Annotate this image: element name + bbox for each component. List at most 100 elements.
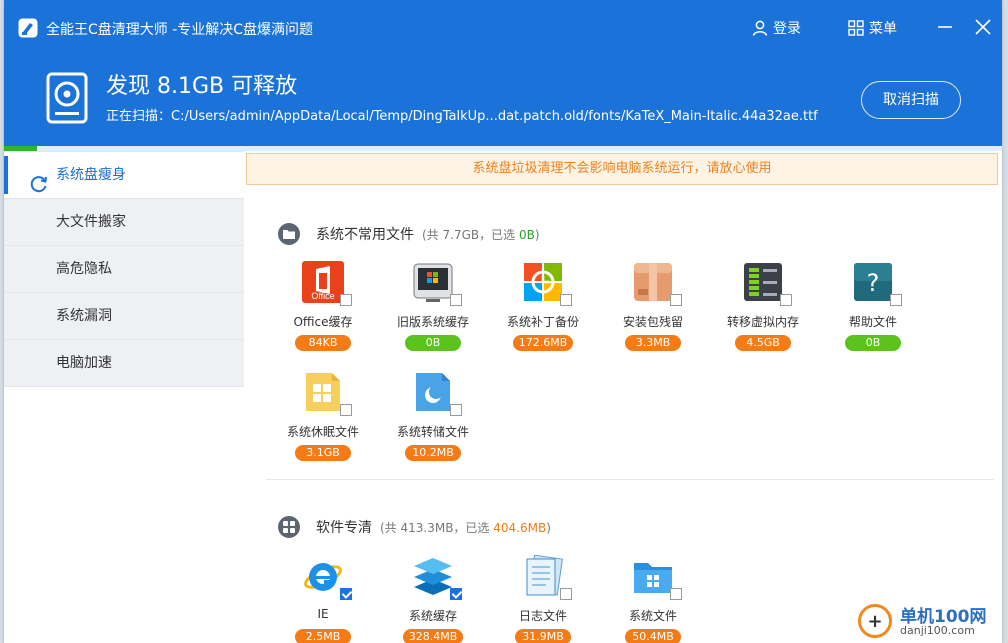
cancel-scan-button[interactable]: 取消扫描	[861, 81, 961, 119]
menu-label: 菜单	[869, 21, 897, 37]
size-badge: 3.3MB	[625, 335, 681, 351]
notice-banner: 系统盘垃圾清理不会影响电脑系统运行，请放心使用	[246, 153, 998, 185]
hard-disk-icon	[46, 72, 88, 124]
section-header-software-clean: 软件专清 (共 413.3MB，已选 404.6MB)	[278, 516, 551, 538]
sidebar-item-system-slim[interactable]: 系统盘瘦身	[4, 151, 244, 198]
tile-label: 系统文件	[628, 609, 677, 623]
login-label: 登录	[773, 21, 801, 37]
checkbox-checked[interactable]	[340, 588, 352, 600]
found-size-title: 发现 8.1GB 可释放	[106, 74, 298, 99]
size-badge: 4.5GB	[735, 335, 791, 351]
sidebar-item-privacy[interactable]: 高危隐私	[4, 245, 244, 292]
tile-system-files[interactable]: 系统文件 50.4MB	[598, 555, 708, 643]
section-title: 系统不常用文件	[316, 227, 414, 243]
system-folder-icon	[632, 555, 682, 600]
app-logo-icon	[18, 18, 38, 38]
checkbox[interactable]	[670, 588, 682, 600]
tile-label: 帮助文件	[848, 315, 897, 329]
apps-grid-icon	[278, 516, 300, 538]
menu-button[interactable]: 菜单	[848, 18, 897, 38]
selected-size: 0B	[518, 227, 535, 242]
checkbox[interactable]	[450, 404, 462, 416]
svg-text:Office: Office	[311, 291, 334, 301]
section-header-uncommon-files: 系统不常用文件 (共 7.7GB，已选 0B)	[278, 223, 540, 245]
windows-patch-icon	[522, 261, 572, 306]
tile-help-files[interactable]: ? 帮助文件 0B	[818, 261, 928, 351]
size-badge: 2.5MB	[295, 629, 351, 643]
sidebar-item-label: 系统漏洞	[56, 308, 112, 324]
ie-icon	[302, 555, 352, 600]
tile-hibernate-file[interactable]: 系统休眠文件 3.1GB	[268, 371, 378, 461]
sidebar-item-speedup[interactable]: 电脑加速	[4, 339, 244, 386]
tile-label: 日志文件	[518, 609, 567, 623]
close-button[interactable]	[972, 16, 994, 38]
sidebar-item-label: 高危隐私	[56, 261, 112, 277]
app-title: 全能王C盘清理大师 -专业解决C盘爆满问题	[46, 22, 314, 38]
tile-label: Office缓存	[293, 315, 353, 329]
checkbox[interactable]	[340, 404, 352, 416]
sidebar-item-label: 系统盘瘦身	[56, 167, 126, 183]
size-badge: 0B	[845, 335, 901, 351]
tile-log-files[interactable]: 日志文件 31.9MB	[488, 555, 598, 643]
tile-package-leftover[interactable]: 安装包残留 3.3MB	[598, 261, 708, 351]
header: 全能王C盘清理大师 -专业解决C盘爆满问题 登录 菜单 发现 8.1GB 可释放…	[4, 0, 1002, 148]
size-badge: 172.6MB	[512, 335, 574, 351]
checkbox[interactable]	[780, 294, 792, 306]
login-button[interactable]: 登录	[752, 18, 801, 38]
size-badge: 10.2MB	[405, 445, 461, 461]
sidebar-item-vulnerability[interactable]: 系统漏洞	[4, 292, 244, 339]
tile-system-cache[interactable]: 系统缓存 328.4MB	[378, 555, 488, 643]
tile-dump-file[interactable]: 系统转储文件 10.2MB	[378, 371, 488, 461]
hibernate-file-icon	[302, 371, 352, 416]
tile-office-cache[interactable]: Office Office缓存 84KB	[268, 261, 378, 351]
checkbox[interactable]	[890, 294, 902, 306]
watermark-logo-icon: +	[858, 604, 892, 638]
size-badge: 84KB	[295, 335, 351, 351]
size-badge: 3.1GB	[295, 445, 351, 461]
tile-virtual-memory[interactable]: 转移虚拟内存 4.5GB	[708, 261, 818, 351]
close-icon	[975, 19, 991, 35]
old-system-icon	[412, 261, 462, 306]
tile-label: 系统转储文件	[396, 425, 469, 439]
sidebar-empty-area	[4, 386, 244, 607]
checkbox[interactable]	[560, 588, 572, 600]
tile-old-system-cache[interactable]: 旧版系统缓存 0B	[378, 261, 488, 351]
office-icon: Office	[302, 261, 352, 306]
sidebar-item-large-files[interactable]: 大文件搬家	[4, 198, 244, 245]
package-box-icon	[632, 261, 682, 306]
tile-label: 系统休眠文件	[286, 425, 359, 439]
checkbox[interactable]	[670, 294, 682, 306]
checkbox[interactable]	[340, 294, 352, 306]
layers-icon	[412, 555, 462, 600]
size-badge: 0B	[405, 335, 461, 351]
log-file-icon	[522, 555, 572, 600]
tile-label: 转移虚拟内存	[726, 315, 799, 329]
tile-label: 旧版系统缓存	[396, 315, 469, 329]
section-meta: (共 7.7GB，已选 0B)	[422, 227, 540, 242]
checkbox-checked[interactable]	[450, 588, 462, 600]
tile-ie[interactable]: IE 2.5MB	[268, 555, 378, 643]
sidebar: 系统盘瘦身 大文件搬家 高危隐私 系统漏洞 电脑加速	[4, 151, 244, 643]
tile-label: 系统补丁备份	[506, 315, 579, 329]
dump-file-icon	[412, 371, 462, 416]
selected-size: 404.6MB	[493, 520, 547, 535]
app-window: 全能王C盘清理大师 -专业解决C盘爆满问题 登录 菜单 发现 8.1GB 可释放…	[4, 0, 1002, 643]
minimize-button[interactable]	[934, 16, 956, 38]
grid-menu-icon	[848, 20, 864, 36]
tile-patch-backup[interactable]: 系统补丁备份 172.6MB	[488, 261, 598, 351]
help-icon: ?	[852, 261, 902, 306]
watermark-url: danji100.com	[900, 624, 975, 637]
sidebar-item-label: 大文件搬家	[56, 214, 126, 230]
checkbox[interactable]	[560, 294, 572, 306]
checkbox[interactable]	[450, 294, 462, 306]
main-panel[interactable]: 系统盘垃圾清理不会影响电脑系统运行，请放心使用 系统不常用文件 (共 7.7GB…	[244, 151, 1002, 643]
sidebar-item-label: 电脑加速	[56, 355, 112, 371]
tile-label: 系统缓存	[408, 609, 457, 623]
user-icon	[752, 20, 768, 36]
memory-chip-icon	[742, 261, 792, 306]
svg-text:?: ?	[867, 269, 880, 297]
section-divider	[266, 479, 994, 480]
section-meta: (共 413.3MB，已选 404.6MB)	[380, 520, 551, 535]
section-title: 软件专清	[316, 520, 372, 536]
folder-icon	[278, 223, 300, 245]
